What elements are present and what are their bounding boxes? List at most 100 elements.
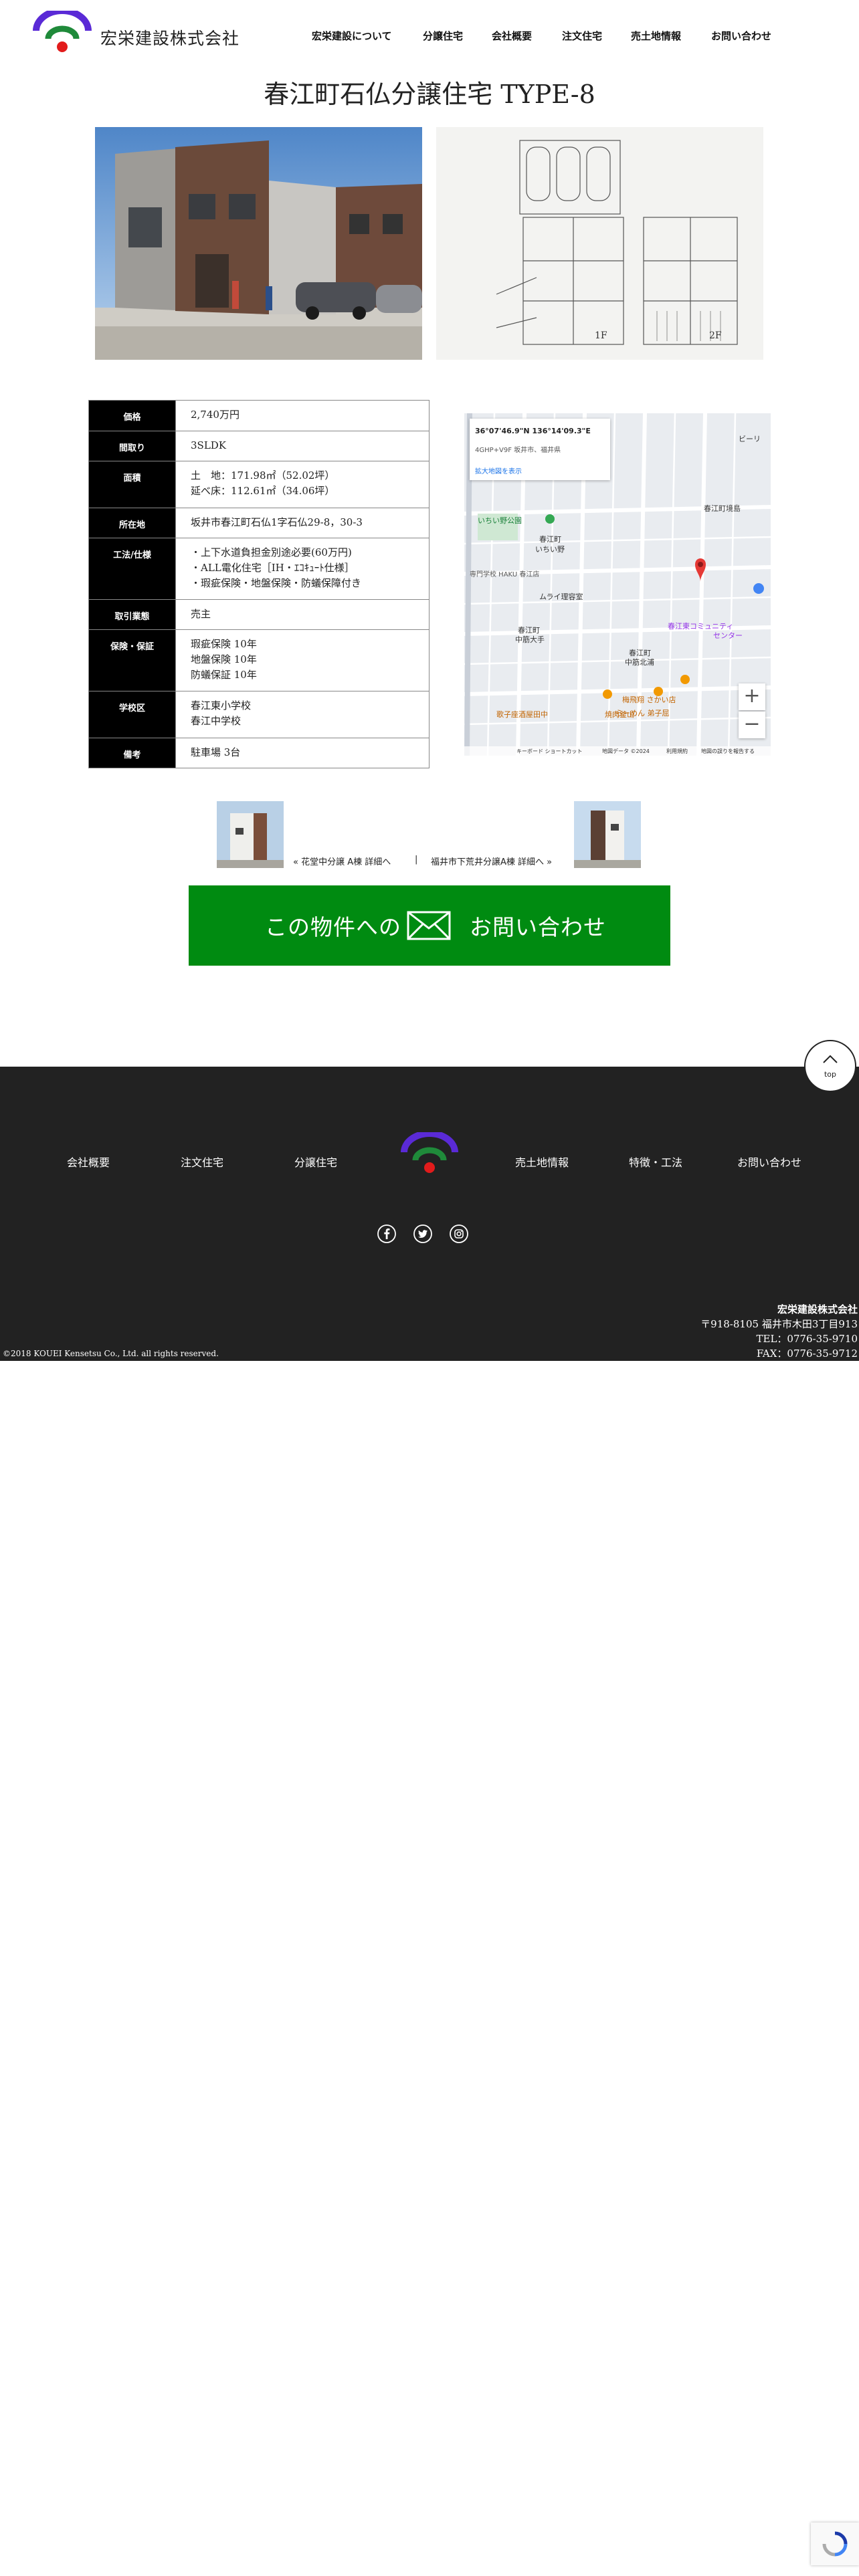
spec-row-warranty: 保険・保証 瑕疵保険 10年 地盤保険 10年 防蟻保証 10年	[88, 629, 430, 691]
contact-cta-button[interactable]: この物件への お問い合わせ	[189, 885, 670, 966]
nav-about[interactable]: 宏栄建設について	[312, 29, 392, 43]
spec-line: 3SLDK	[191, 439, 227, 451]
nav-custom-homes[interactable]: 注文住宅	[562, 29, 602, 43]
cta-text-right: お問い合わせ	[470, 914, 606, 940]
footer-nav-houses-for-sale[interactable]: 分譲住宅	[294, 1154, 337, 1170]
chevron-up-icon	[823, 1055, 838, 1063]
map-label: センター	[713, 631, 743, 640]
spec-label: 保険・保証	[88, 629, 176, 691]
site-header: 宏栄建設株式会社 宏栄建設について 分譲住宅 会社概要 注文住宅 売土地情報 お…	[0, 0, 859, 67]
spec-value: 売主	[175, 599, 430, 630]
nav-company-profile[interactable]: 会社概要	[492, 29, 532, 43]
spec-label: 所在地	[88, 508, 176, 538]
map-label: 歌子座酒屋田中	[496, 710, 548, 719]
spec-line: 駐車場 3台	[191, 746, 241, 758]
spec-line: 防蟻保証 10年	[191, 669, 257, 681]
spec-row-layout: 間取り 3SLDK	[88, 431, 430, 461]
next-property-link[interactable]: 福井市下荒井分譲A棟 詳細へ »	[431, 855, 552, 867]
map-footer-bar: キーボード ショートカット 地図データ ©2024 利用規約 地図の誤りを報告す…	[464, 746, 771, 756]
prev-property-thumbnail[interactable]	[217, 801, 284, 868]
twitter-icon[interactable]	[413, 1224, 433, 1244]
footer-nav-land-for-sale[interactable]: 売土地情報	[515, 1154, 569, 1170]
floor-plan-image[interactable]: 1F 2F	[436, 127, 763, 360]
spec-line: 売主	[191, 608, 211, 620]
spec-row-area: 面積 土 地：171.98㎡（52.02坪） 延べ床：112.61㎡（34.06…	[88, 461, 430, 508]
spec-line: 土 地：171.98㎡（52.02坪）	[191, 469, 335, 481]
recaptcha-icon	[822, 2531, 848, 2557]
map-label: いちい野	[535, 545, 565, 554]
spec-label: 取引業態	[88, 599, 176, 630]
map-label: ムライ理容室	[539, 593, 583, 601]
map-info-card: 36°07'46.9"N 136°14'09.3"E 4GHP+V9F 坂井市、…	[470, 419, 610, 480]
spec-value: 春江東小学校 春江中学校	[175, 691, 430, 738]
map-label: 中筋北浦	[625, 658, 654, 667]
spec-line: ・瑕疵保険・地盤保険・防蟻保障付き	[191, 577, 362, 589]
map-label: 中筋大手	[515, 635, 545, 644]
nav-land-for-sale[interactable]: 売土地情報	[631, 29, 681, 43]
cta-text-left: この物件への	[265, 914, 401, 940]
map-report-link[interactable]: 地図の誤りを報告する	[701, 748, 755, 755]
spec-line: ・上下水道負担金別途必要(60万円)	[191, 546, 352, 558]
property-spec-table: 価格 2,740万円 間取り 3SLDK 面積 土 地：171.98㎡（52.0…	[88, 400, 430, 768]
footer-fax: FAX：0776-35-9712	[756, 1348, 858, 1360]
spec-line: 坂井市春江町石仏1字石仏29-8，30-3	[191, 516, 363, 528]
spec-label: 備考	[88, 738, 176, 768]
spec-label: 工法/仕様	[88, 538, 176, 600]
footer-nav-contact[interactable]: お問い合わせ	[737, 1154, 801, 1170]
floor-plan-label-1f: 1F	[595, 330, 607, 341]
spec-value: 駐車場 3台	[175, 738, 430, 768]
footer-nav-custom-homes[interactable]: 注文住宅	[181, 1154, 223, 1170]
site-logo[interactable]	[32, 7, 92, 56]
footer-address: 〒918-8105 福井市木田3丁目913	[700, 1318, 858, 1330]
pager-separator: |	[415, 855, 418, 865]
footer-copyright: ©2018 KOUEI Kensetsu Co., Ltd. all right…	[3, 1349, 219, 1358]
footer-nav-features[interactable]: 特徴・工法	[629, 1154, 682, 1170]
instagram-icon[interactable]	[449, 1224, 469, 1244]
footer-company-info: 宏栄建設株式会社 〒918-8105 福井市木田3丁目913 TEL：0776-…	[700, 1302, 858, 1361]
map-view-larger-link[interactable]: 拡大地図を表示	[475, 465, 522, 475]
map-label: いちい野公園	[478, 516, 522, 525]
spec-value: 土 地：171.98㎡（52.02坪） 延べ床：112.61㎡（34.06坪）	[175, 461, 430, 508]
spec-row-location: 所在地 坂井市春江町石仏1字石仏29-8，30-3	[88, 508, 430, 538]
map-coordinates: 36°07'46.9"N 136°14'09.3"E	[475, 427, 591, 435]
house-exterior-photo[interactable]	[95, 127, 422, 360]
footer-tel: TEL：0776-35-9710	[756, 1333, 858, 1345]
spec-value: 2,740万円	[175, 400, 430, 431]
back-to-top-label: top	[824, 1070, 837, 1079]
facebook-icon[interactable]	[377, 1224, 397, 1244]
back-to-top-button[interactable]: top	[804, 1040, 856, 1092]
floor-plan-label-2f: 2F	[709, 330, 722, 341]
spec-label: 面積	[88, 461, 176, 508]
spec-row-construction: 工法/仕様 ・上下水道負担金別途必要(60万円) ・ALL電化住宅［IH・ｴｺｷ…	[88, 538, 430, 600]
map-label: ビーリ	[739, 435, 761, 443]
map-label: 専門学校 HAKU 春江店	[470, 571, 540, 578]
map-zoom-in-button[interactable]: +	[739, 683, 765, 710]
next-property-thumbnail[interactable]	[574, 801, 641, 868]
map-zoom-out-button[interactable]: −	[739, 712, 765, 738]
footer-logo[interactable]	[400, 1130, 459, 1176]
map-shortcuts-link[interactable]: キーボード ショートカット	[516, 748, 583, 755]
spec-line: 春江中学校	[191, 715, 242, 727]
spec-value: 瑕疵保険 10年 地盤保険 10年 防蟻保証 10年	[175, 629, 430, 691]
spec-row-school-district: 学校区 春江東小学校 春江中学校	[88, 691, 430, 738]
nav-contact[interactable]: お問い合わせ	[711, 29, 771, 43]
prev-property-link[interactable]: « 花堂中分譲 A棟 詳細へ	[293, 855, 391, 867]
nav-houses-for-sale[interactable]: 分譲住宅	[423, 29, 463, 43]
footer-nav-company-profile[interactable]: 会社概要	[67, 1154, 110, 1170]
map-label: 春江町	[539, 535, 561, 544]
spec-value: 3SLDK	[175, 431, 430, 461]
footer-company-name: 宏栄建設株式会社	[777, 1303, 858, 1315]
spec-label: 学校区	[88, 691, 176, 738]
spec-line: ・ALL電化住宅［IH・ｴｺｷｭｰﾄ仕様］	[191, 562, 355, 574]
google-map[interactable]: 36°07'46.9"N 136°14'09.3"E 4GHP+V9F 坂井市、…	[464, 413, 771, 756]
page-title: 春江町石仏分譲住宅 TYPE-8	[264, 80, 595, 109]
spec-row-price: 価格 2,740万円	[88, 400, 430, 431]
spec-line: 2,740万円	[191, 409, 240, 421]
spec-line: 瑕疵保険 10年	[191, 638, 257, 650]
spec-value: ・上下水道負担金別途必要(60万円) ・ALL電化住宅［IH・ｴｺｷｭｰﾄ仕様］…	[175, 538, 430, 600]
recaptcha-badge[interactable]	[811, 2523, 859, 2565]
company-name: 宏栄建設株式会社	[100, 29, 240, 48]
spec-label: 価格	[88, 400, 176, 431]
spec-row-transaction: 取引業態 売主	[88, 599, 430, 630]
map-terms-link[interactable]: 利用規約	[666, 748, 688, 755]
